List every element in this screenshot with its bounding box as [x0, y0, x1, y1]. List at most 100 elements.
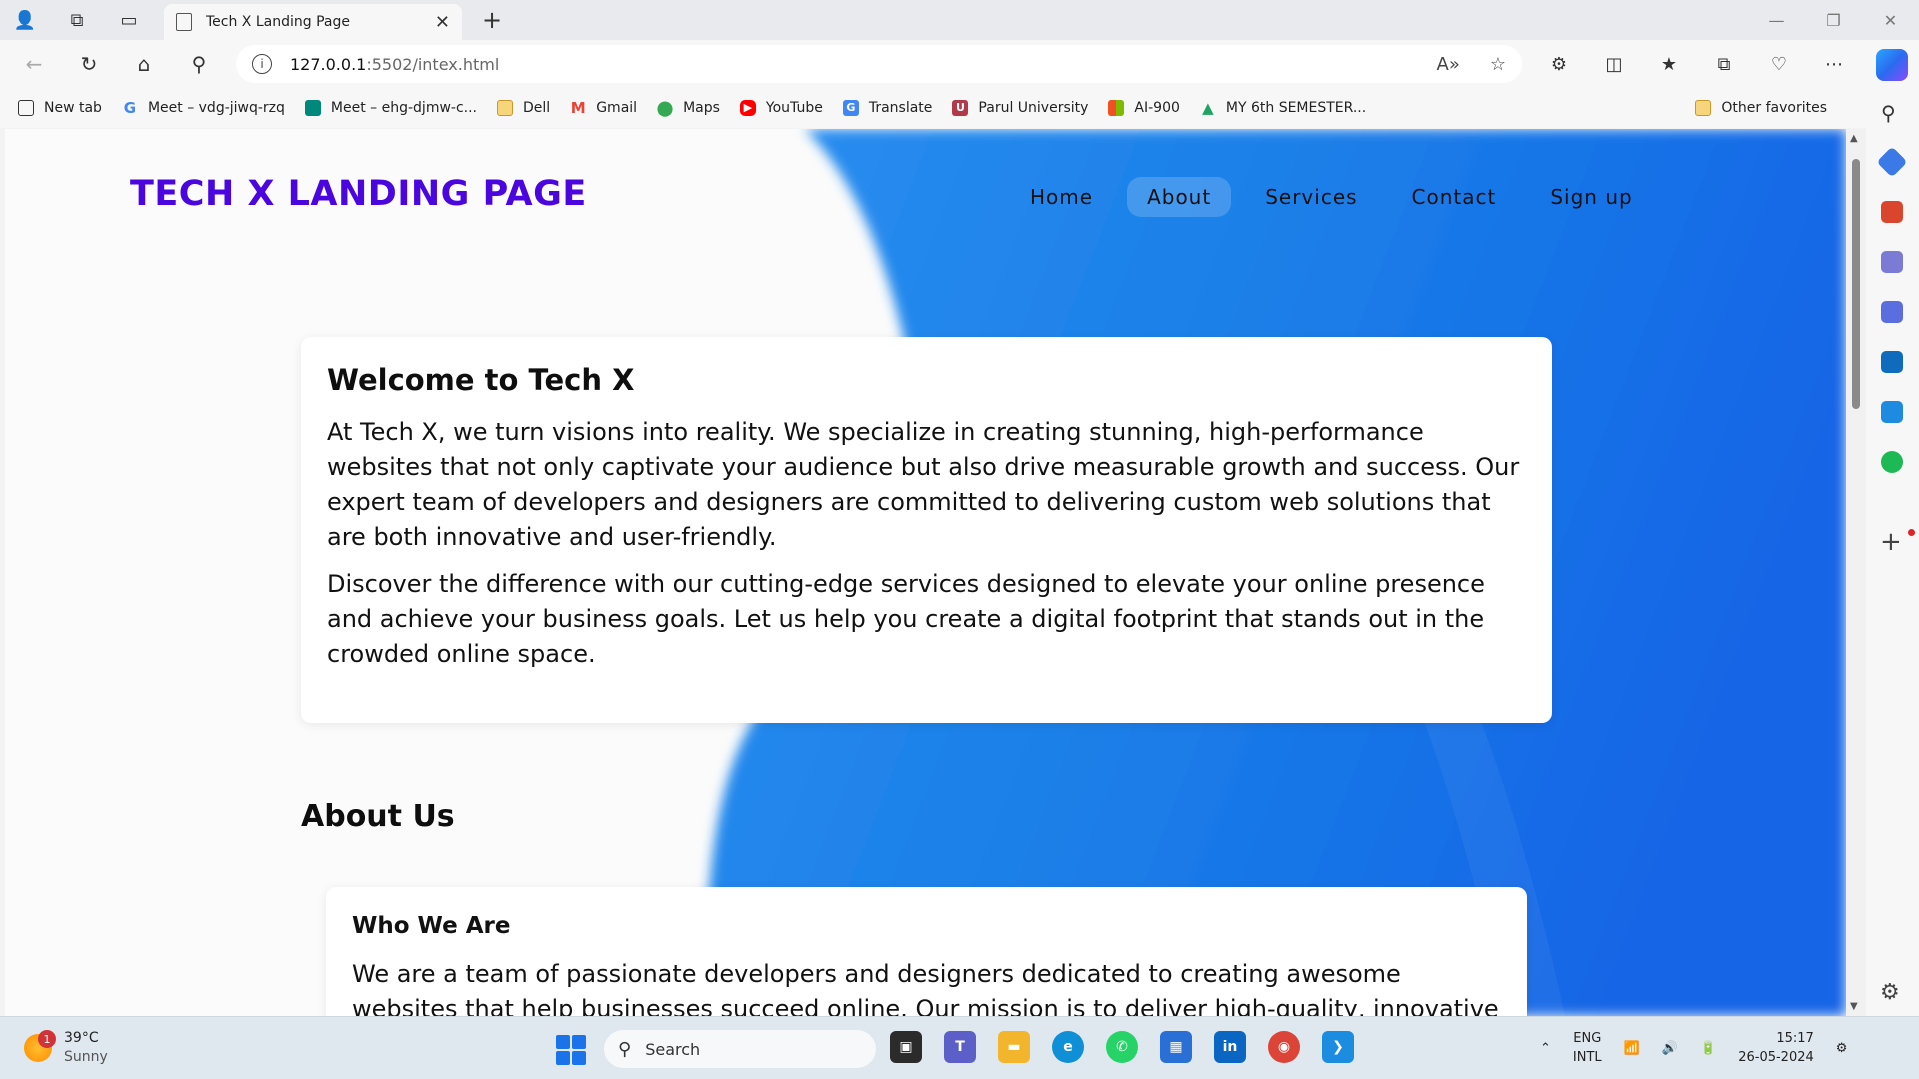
- weather-badge: 1: [38, 1030, 56, 1048]
- bookmark-dell[interactable]: Dell: [497, 99, 550, 116]
- nav-home[interactable]: Home: [1010, 177, 1113, 217]
- edge-sidebar: ⚲ + ⚙: [1866, 87, 1919, 1017]
- tab-strip: 👤 ⧉ ▭ Tech X Landing Page ✕ + — ❐ ✕: [0, 0, 1919, 40]
- start-button[interactable]: [556, 1035, 586, 1065]
- folder-icon: [1695, 99, 1712, 116]
- minimize-button[interactable]: —: [1748, 0, 1805, 40]
- weather-widget[interactable]: 1 39°C Sunny: [24, 1029, 108, 1067]
- volume-icon[interactable]: 🔊: [1662, 1041, 1678, 1056]
- shopping-tag-icon[interactable]: [1876, 146, 1908, 178]
- bookmark-maps[interactable]: ⬤ Maps: [656, 98, 720, 117]
- read-aloud-icon[interactable]: A»: [1437, 54, 1460, 75]
- chrome-icon[interactable]: ◉: [1268, 1031, 1300, 1063]
- search-icon[interactable]: ⚲: [183, 48, 215, 80]
- battery-icon[interactable]: 🔋: [1700, 1041, 1716, 1056]
- more-options-icon[interactable]: ⋯: [1817, 47, 1851, 81]
- search-icon: ⚲: [618, 1038, 632, 1060]
- browser-essentials-icon[interactable]: ♡: [1762, 47, 1796, 81]
- sidebar-settings-icon[interactable]: ⚙: [1880, 980, 1900, 1005]
- weather-temp: 39°C: [64, 1030, 99, 1046]
- site-brand[interactable]: TECH X LANDING PAGE: [130, 174, 587, 214]
- tab-title: Tech X Landing Page: [206, 14, 350, 30]
- restore-button[interactable]: ❐: [1805, 0, 1862, 40]
- page-icon: [176, 13, 192, 31]
- add-sidebar-app-icon[interactable]: +: [1880, 527, 1902, 557]
- teams-icon[interactable]: T: [944, 1031, 976, 1063]
- new-tab-button[interactable]: +: [478, 6, 506, 34]
- whatsapp-icon[interactable]: ✆: [1106, 1031, 1138, 1063]
- linkedin-icon[interactable]: in: [1214, 1031, 1246, 1063]
- tab-actions-icon[interactable]: ▭: [114, 6, 144, 34]
- taskbar-apps: ▣ T ▬ e ✆ ▦ in ◉ ❯: [890, 1031, 1354, 1063]
- close-tab-icon[interactable]: ✕: [435, 12, 450, 33]
- scroll-thumb[interactable]: [1852, 159, 1860, 409]
- extensions-icon[interactable]: ⚙: [1542, 47, 1576, 81]
- spotify-icon[interactable]: [1881, 451, 1903, 473]
- scroll-down-icon[interactable]: ▼: [1850, 1001, 1858, 1012]
- microsoft-365-icon[interactable]: [1881, 301, 1903, 323]
- gmail-icon: M: [570, 98, 586, 117]
- system-tray: ⌃ ENG INTL 📶 🔊 🔋 15:17 26-05-2024 ⚙: [1540, 1029, 1847, 1067]
- weather-condition: Sunny: [64, 1049, 108, 1065]
- welcome-paragraph-1: At Tech X, we turn visions into reality.…: [327, 418, 1520, 551]
- edge-icon[interactable]: e: [1052, 1031, 1084, 1063]
- outlook-icon[interactable]: [1881, 351, 1903, 373]
- site-info-icon[interactable]: i: [252, 54, 272, 74]
- maps-icon: ⬤: [656, 98, 674, 117]
- bookmark-gmail[interactable]: M Gmail: [570, 98, 637, 117]
- bookmark-meet-1[interactable]: G Meet – vdg-jiwq-rzq: [122, 98, 285, 117]
- favorite-star-icon[interactable]: ☆: [1490, 54, 1506, 75]
- split-screen-icon[interactable]: ◫: [1597, 47, 1631, 81]
- url-text[interactable]: 127.0.0.1:5502/intex.html: [290, 55, 1437, 74]
- tools-icon[interactable]: [1881, 201, 1903, 223]
- bookmarks-bar: New tab G Meet – vdg-jiwq-rzq Meet – ehg-…: [0, 87, 1919, 128]
- home-button[interactable]: ⌂: [128, 48, 160, 80]
- site-nav: Home About Services Contact Sign up: [1010, 177, 1653, 217]
- file-manager-icon[interactable]: ▣: [890, 1031, 922, 1063]
- who-we-are-title: Who We Are: [352, 913, 511, 939]
- bookmark-translate[interactable]: G Translate: [842, 99, 932, 116]
- bookmark-semester[interactable]: ▲ MY 6th SEMESTER...: [1200, 98, 1366, 117]
- vscode-icon[interactable]: ❯: [1322, 1031, 1354, 1063]
- nav-services[interactable]: Services: [1245, 177, 1377, 217]
- telegram-icon[interactable]: [1881, 401, 1903, 423]
- bookmark-parul-university[interactable]: U Parul University: [952, 99, 1088, 116]
- drive-icon: ▲: [1202, 98, 1214, 117]
- wifi-icon[interactable]: 📶: [1624, 1041, 1640, 1056]
- google-icon: G: [123, 98, 137, 117]
- welcome-title: Welcome to Tech X: [327, 363, 635, 397]
- scroll-up-icon[interactable]: ▲: [1850, 133, 1858, 144]
- copilot-icon[interactable]: [1876, 49, 1908, 81]
- page-scrollbar[interactable]: ▲ ▼: [1846, 129, 1866, 1016]
- bookmark-new-tab[interactable]: New tab: [18, 99, 102, 116]
- refresh-button[interactable]: ↻: [73, 48, 105, 80]
- address-bar[interactable]: i 127.0.0.1:5502/intex.html A» ☆: [236, 45, 1522, 83]
- windows-taskbar: 1 39°C Sunny ⚲ Search ▣ T ▬ e ✆ ▦ in ◉ ❯ …: [0, 1016, 1919, 1079]
- page-viewport: TECH X LANDING PAGE Home About Services …: [5, 129, 1846, 1016]
- back-button[interactable]: ←: [18, 48, 50, 80]
- browser-toolbar: ← ↻ ⌂ ⚲ i 127.0.0.1:5502/intex.html A» ☆…: [0, 40, 1919, 87]
- nav-sign-up[interactable]: Sign up: [1530, 177, 1652, 217]
- show-hidden-icons-icon[interactable]: ⌃: [1540, 1041, 1551, 1056]
- nav-about[interactable]: About: [1127, 177, 1232, 217]
- active-tab[interactable]: Tech X Landing Page ✕: [164, 4, 462, 40]
- bookmark-youtube[interactable]: ▶ YouTube: [739, 99, 823, 116]
- clock[interactable]: 15:17 26-05-2024: [1738, 1029, 1814, 1067]
- collections-icon[interactable]: ⧉: [1707, 47, 1741, 81]
- favorites-icon[interactable]: ★: [1652, 47, 1686, 81]
- bookmark-ai-900[interactable]: AI-900: [1108, 99, 1180, 116]
- language-indicator[interactable]: ENG INTL: [1573, 1029, 1602, 1067]
- file-explorer-icon[interactable]: ▬: [998, 1031, 1030, 1063]
- notifications-icon[interactable]: ⚙: [1836, 1041, 1848, 1056]
- workspaces-icon[interactable]: ⧉: [62, 6, 92, 34]
- bookmark-meet-2[interactable]: Meet – ehg-djmw-c...: [304, 99, 477, 116]
- taskbar-search[interactable]: ⚲ Search: [604, 1030, 876, 1068]
- other-favorites[interactable]: Other favorites: [1695, 87, 1827, 128]
- nav-contact[interactable]: Contact: [1392, 177, 1517, 217]
- games-icon[interactable]: [1881, 251, 1903, 273]
- profile-avatar-icon[interactable]: 👤: [10, 6, 40, 34]
- sidebar-search-icon[interactable]: ⚲: [1881, 101, 1896, 125]
- close-window-button[interactable]: ✕: [1862, 0, 1919, 40]
- who-we-are-card: Who We Are We are a team of passionate d…: [326, 887, 1527, 1016]
- store-icon[interactable]: ▦: [1160, 1031, 1192, 1063]
